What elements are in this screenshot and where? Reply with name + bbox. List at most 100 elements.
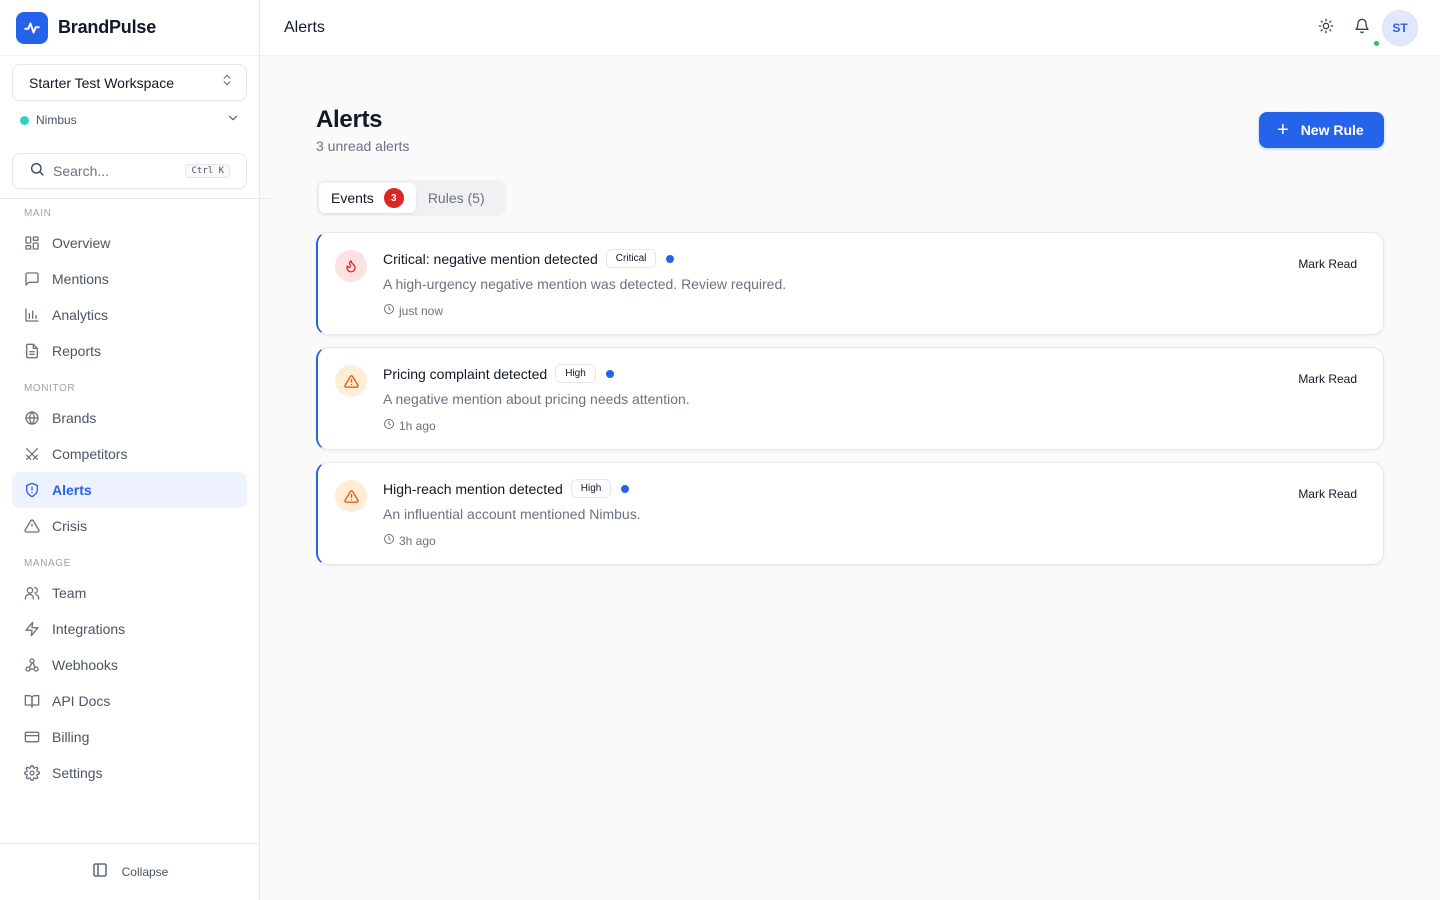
file-text-icon xyxy=(24,343,40,359)
new-rule-label: New Rule xyxy=(1300,122,1364,138)
sidebar-item-mentions[interactable]: Mentions xyxy=(12,261,247,297)
workspace-select[interactable]: Starter Test Workspace xyxy=(12,64,247,101)
sidebar-item-competitors[interactable]: Competitors xyxy=(12,436,247,472)
zap-icon xyxy=(24,621,40,637)
mark-read-button[interactable]: Mark Read xyxy=(1298,487,1357,501)
alert-timestamp: 3h ago xyxy=(383,533,436,548)
collapse-label: Collapse xyxy=(121,865,169,879)
sidebar-item-crisis[interactable]: Crisis xyxy=(12,508,247,544)
severity-badge: High xyxy=(555,364,596,383)
flame-icon xyxy=(335,250,367,282)
tab-rules[interactable]: Rules (5) xyxy=(416,183,497,213)
sidebar-item-label: Analytics xyxy=(52,307,109,323)
sidebar-item-api-docs[interactable]: API Docs xyxy=(12,683,247,719)
sidebar-item-label: Overview xyxy=(52,235,111,251)
mark-read-button[interactable]: Mark Read xyxy=(1298,257,1357,271)
brand-selector[interactable]: Nimbus xyxy=(20,110,240,130)
severity-badge: Critical xyxy=(605,249,657,268)
alert-timestamp: just now xyxy=(383,303,443,318)
grid-icon xyxy=(24,235,40,251)
sidebar-item-brands[interactable]: Brands xyxy=(12,400,247,436)
alert-title: High-reach mention detected xyxy=(383,480,563,497)
brand-logo-icon xyxy=(16,11,48,44)
alert-time-text: 3h ago xyxy=(399,533,436,548)
theme-toggle-button[interactable] xyxy=(1308,10,1344,46)
sidebar-item-integrations[interactable]: Integrations xyxy=(12,611,247,647)
online-status-dot xyxy=(1373,40,1380,47)
sidebar-item-label: Brands xyxy=(52,410,97,426)
alert-title: Critical: negative mention detected xyxy=(383,250,598,267)
brand-header: BrandPulse xyxy=(0,0,259,56)
sidebar-item-reports[interactable]: Reports xyxy=(12,333,247,369)
sidebar-divider xyxy=(0,198,272,199)
panel-left-icon xyxy=(92,862,108,883)
header-title: Alerts xyxy=(284,18,325,36)
bell-icon xyxy=(1354,18,1370,39)
top-header: Alerts ST xyxy=(260,0,1440,56)
collapse-sidebar-button[interactable]: Collapse xyxy=(0,843,260,900)
swords-icon xyxy=(24,446,40,462)
unread-indicator xyxy=(605,369,614,378)
sidebar-item-label: Competitors xyxy=(52,446,128,462)
brand-selector-label: Nimbus xyxy=(36,113,77,127)
alert-title-row: Pricing complaint detected High xyxy=(383,364,614,383)
unread-indicator xyxy=(666,254,675,263)
sidebar-item-settings[interactable]: Settings xyxy=(12,755,247,791)
alert-card[interactable]: High-reach mention detected High An infl… xyxy=(316,462,1384,565)
alert-time-text: 1h ago xyxy=(399,418,436,433)
unread-indicator xyxy=(621,484,630,493)
sidebar-item-label: Integrations xyxy=(52,621,126,637)
mark-read-button[interactable]: Mark Read xyxy=(1298,372,1357,386)
section-label-manage: MANAGE xyxy=(24,558,71,569)
sidebar-item-label: API Docs xyxy=(52,693,111,709)
tab-label: Events xyxy=(331,190,374,206)
message-square-icon xyxy=(24,271,40,287)
tab-label: Rules (5) xyxy=(427,190,485,206)
search-icon xyxy=(29,161,45,182)
sidebar-item-label: Settings xyxy=(52,765,103,781)
users-icon xyxy=(24,585,40,601)
sidebar: BrandPulse Starter Test Workspace Nimbus… xyxy=(0,0,272,900)
book-open-icon xyxy=(24,693,40,709)
tab-events[interactable]: Events 3 xyxy=(319,183,416,213)
sidebar-item-team[interactable]: Team xyxy=(12,575,247,611)
avatar-initials: ST xyxy=(1392,21,1408,35)
sidebar-item-billing[interactable]: Billing xyxy=(12,719,247,755)
sidebar-item-overview[interactable]: Overview xyxy=(12,225,247,261)
sidebar-item-label: Crisis xyxy=(52,518,87,534)
globe-icon xyxy=(24,410,40,426)
search-input[interactable]: Search... xyxy=(53,163,185,179)
webhook-icon xyxy=(24,657,40,673)
chevron-up-down-icon xyxy=(220,73,234,92)
severity-badge: High xyxy=(570,479,612,498)
alert-title-row: High-reach mention detected High xyxy=(383,479,630,498)
alert-timestamp: 1h ago xyxy=(383,418,436,433)
alert-description: A high-urgency negative mention was dete… xyxy=(383,276,787,292)
brand-name: BrandPulse xyxy=(58,17,157,37)
clock-icon xyxy=(383,533,395,548)
sidebar-item-alerts[interactable]: Alerts xyxy=(12,472,247,508)
alert-description: An influential account mentioned Nimbus. xyxy=(383,506,641,522)
alert-card[interactable]: Critical: negative mention detected Crit… xyxy=(316,232,1384,335)
alerts-tabs: Events 3 Rules (5) xyxy=(316,180,506,216)
page-subtitle: 3 unread alerts xyxy=(316,138,410,154)
warning-triangle-icon xyxy=(335,480,367,512)
search-box[interactable]: Search... Ctrl K xyxy=(12,153,247,189)
sidebar-item-label: Alerts xyxy=(52,482,92,498)
shield-alert-icon xyxy=(24,482,40,498)
alert-title: Pricing complaint detected xyxy=(383,365,548,382)
sidebar-item-webhooks[interactable]: Webhooks xyxy=(12,647,247,683)
brand-color-dot xyxy=(20,115,29,125)
sun-icon xyxy=(1318,18,1334,39)
sidebar-item-analytics[interactable]: Analytics xyxy=(12,297,247,333)
unread-count-badge: 3 xyxy=(383,188,404,208)
section-label-main: MAIN xyxy=(24,208,52,219)
alert-card[interactable]: Pricing complaint detected High A negati… xyxy=(316,347,1384,450)
credit-card-icon xyxy=(24,729,40,745)
user-avatar[interactable]: ST xyxy=(1373,10,1418,47)
plus-icon: + xyxy=(1277,119,1289,141)
new-rule-button[interactable]: + New Rule xyxy=(1259,112,1384,148)
bar-chart-icon xyxy=(24,307,40,323)
clock-icon xyxy=(383,303,395,318)
alert-title-row: Critical: negative mention detected Crit… xyxy=(383,249,675,268)
